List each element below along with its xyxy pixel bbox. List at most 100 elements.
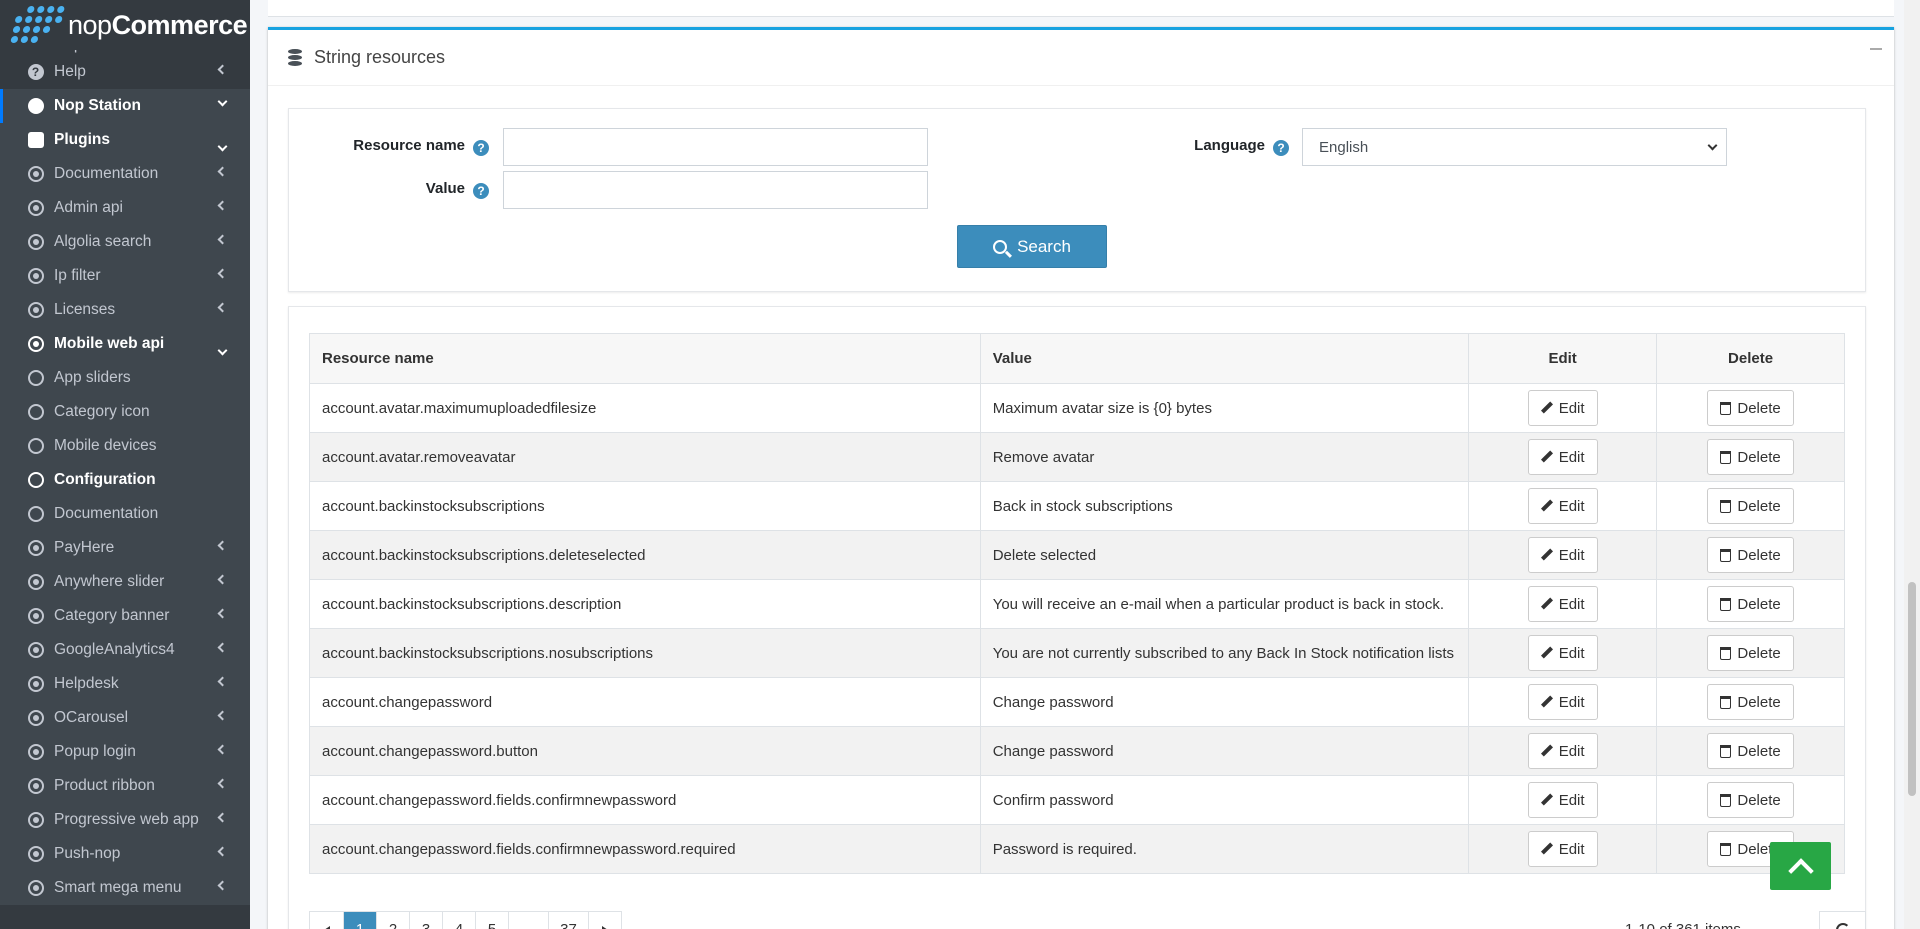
edit-button[interactable]: Edit [1527, 390, 1598, 426]
resource-name-input[interactable] [503, 128, 928, 166]
trash-icon [1720, 695, 1732, 709]
cell-value: Maximum avatar size is {0} bytes [979, 383, 1470, 433]
edit-button[interactable]: Edit [1527, 537, 1598, 573]
delete-button[interactable]: Delete [1707, 390, 1794, 426]
question-circle-icon[interactable]: ? [1273, 140, 1289, 156]
edit-button[interactable]: Edit [1527, 488, 1598, 524]
dot-circle-icon [27, 744, 44, 761]
edit-button-label: Edit [1558, 742, 1585, 760]
question-circle-icon[interactable]: ? [473, 183, 489, 199]
sidebar-item-configuration[interactable]: Configuration [0, 463, 250, 497]
search-button-label: Search [1017, 236, 1071, 256]
pager-page-5[interactable]: 5 [475, 912, 508, 929]
sidebar-item-category-icon[interactable]: Category icon [0, 395, 250, 429]
pager-page-2[interactable]: 2 [376, 912, 409, 929]
cell-resource-name: account.avatar.maximumuploadedfilesize [309, 383, 981, 433]
question-circle-icon[interactable]: ? [473, 140, 489, 156]
sidebar-item-googleanalytics4[interactable]: GoogleAnalytics4 [0, 633, 250, 667]
edit-button[interactable]: Edit [1527, 635, 1598, 671]
value-input[interactable] [503, 171, 928, 209]
sidebar-item-label: Product ribbon [54, 777, 155, 794]
pencil-icon [1541, 402, 1553, 414]
sidebar-item-plugins[interactable]: Plugins [0, 123, 250, 157]
sidebar-item-ip-filter[interactable]: Ip filter [0, 259, 250, 293]
pager-page-37[interactable]: 37 [548, 912, 588, 929]
sidebar-item-popup-login[interactable]: Popup login [0, 735, 250, 769]
cell-resource-name: account.changepassword.fields.confirmnew… [309, 824, 981, 874]
table-row: account.changepassword Change password E… [309, 677, 1845, 727]
cell-value: Password is required. [979, 824, 1470, 874]
sidebar-item-product-ribbon[interactable]: Product ribbon [0, 769, 250, 803]
sidebar-item-documentation-2[interactable]: Documentation [0, 497, 250, 531]
pager-page-3[interactable]: 3 [409, 912, 442, 929]
chevron-down-icon [1707, 140, 1718, 151]
dot-circle-icon [27, 778, 44, 795]
card-header[interactable]: String resources [268, 30, 1894, 86]
circle-outline-icon [27, 370, 44, 387]
edit-button[interactable]: Edit [1527, 439, 1598, 475]
cell-delete: Delete [1656, 383, 1845, 433]
table-row: account.backinstocksubscriptions.descrip… [309, 579, 1845, 629]
sidebar-item-documentation[interactable]: Documentation [0, 157, 250, 191]
edit-button[interactable]: Edit [1527, 586, 1598, 622]
sidebar-item-smart-mega-menu[interactable]: Smart mega menu [0, 871, 250, 905]
delete-button[interactable]: Delete [1707, 684, 1794, 720]
sidebar-item-app-sliders[interactable]: App sliders [0, 361, 250, 395]
sidebar-item-help[interactable]: ? Help [0, 55, 250, 89]
delete-button[interactable]: Delete [1707, 537, 1794, 573]
chevron-down-icon [217, 96, 228, 107]
sidebar-item-anywhere-slider[interactable]: Anywhere slider [0, 565, 250, 599]
brand-logo[interactable]: nopCommerce [0, 0, 250, 50]
delete-button[interactable]: Delete [1707, 733, 1794, 769]
chevron-left-icon [217, 880, 228, 891]
scrollbar-thumb[interactable] [1908, 582, 1916, 796]
delete-button[interactable]: Delete [1707, 488, 1794, 524]
edit-button[interactable]: Edit [1527, 684, 1598, 720]
pencil-icon [1541, 598, 1553, 610]
collapse-minus-icon[interactable] [1870, 48, 1882, 50]
sidebar-item-algolia-search[interactable]: Algolia search [0, 225, 250, 259]
cell-edit: Edit [1468, 579, 1658, 629]
sidebar-item-ocarousel[interactable]: OCarousel [0, 701, 250, 735]
refresh-button[interactable] [1819, 911, 1866, 929]
sidebar-item-licenses[interactable]: Licenses [0, 293, 250, 327]
language-select[interactable]: English [1302, 128, 1727, 166]
sidebar-item-push-nop[interactable]: Push-nop [0, 837, 250, 871]
circle-outline-icon [27, 438, 44, 455]
sidebar-item-helpdesk[interactable]: Helpdesk [0, 667, 250, 701]
pager-ellipsis[interactable]: … [508, 912, 548, 929]
edit-button-label: Edit [1558, 693, 1585, 711]
delete-button[interactable]: Delete [1707, 782, 1794, 818]
back-to-top-button[interactable] [1770, 842, 1831, 890]
table-row: account.backinstocksubscriptions.deletes… [309, 530, 1845, 580]
sidebar-item-payhere[interactable]: PayHere [0, 531, 250, 565]
pager-prev-button[interactable] [310, 912, 343, 929]
delete-button[interactable]: Delete [1707, 635, 1794, 671]
cell-delete: Delete [1656, 775, 1845, 825]
edit-button[interactable]: Edit [1527, 733, 1598, 769]
page-scrollbar[interactable] [1904, 0, 1920, 929]
delete-button-label: Delete [1737, 595, 1781, 613]
column-header-resource-name[interactable]: Resource name [309, 333, 981, 384]
sidebar-item-category-banner[interactable]: Category banner [0, 599, 250, 633]
edit-button[interactable]: Edit [1527, 831, 1598, 867]
sidebar-item-nop-station[interactable]: Nop Station [0, 89, 250, 123]
dot-circle-icon [27, 166, 44, 183]
sidebar-item-progressive-web-app[interactable]: Progressive web app [0, 803, 250, 837]
pager-next-button[interactable] [588, 912, 621, 929]
pager-page-4[interactable]: 4 [442, 912, 475, 929]
table-row: account.backinstocksubscriptions.nosubsc… [309, 628, 1845, 678]
cell-edit: Edit [1468, 628, 1658, 678]
sidebar-item-admin-api[interactable]: Admin api [0, 191, 250, 225]
delete-button[interactable]: Delete [1707, 439, 1794, 475]
sidebar-item-mobile-devices[interactable]: Mobile devices [0, 429, 250, 463]
cell-resource-name: account.backinstocksubscriptions.nosubsc… [309, 628, 981, 678]
pager-page-1[interactable]: 1 [343, 912, 376, 929]
search-button[interactable]: Search [957, 225, 1107, 268]
delete-button[interactable]: Delete [1707, 586, 1794, 622]
column-header-value[interactable]: Value [979, 333, 1470, 384]
edit-button[interactable]: Edit [1527, 782, 1598, 818]
table-row: account.avatar.removeavatar Remove avata… [309, 432, 1845, 482]
chevron-left-icon [217, 608, 228, 619]
sidebar-item-mobile-web-api[interactable]: Mobile web api [0, 327, 250, 361]
